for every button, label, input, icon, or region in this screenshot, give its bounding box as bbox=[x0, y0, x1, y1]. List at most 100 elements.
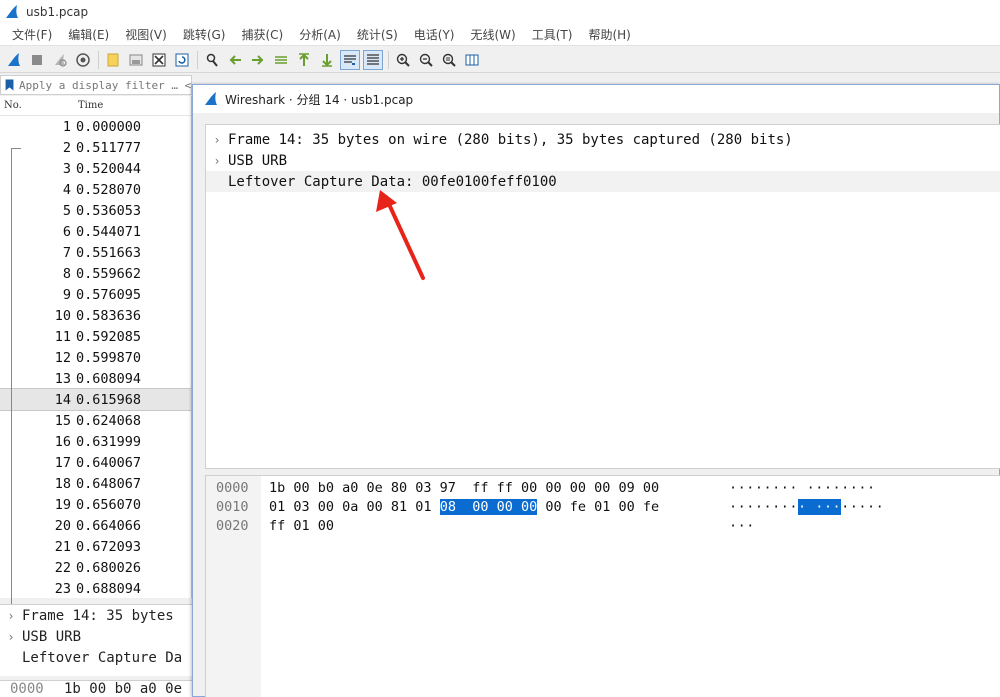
bg-detail-row[interactable]: Leftover Capture Da bbox=[0, 647, 192, 668]
auto-scroll-icon[interactable] bbox=[340, 49, 360, 70]
wireshark-logo-icon bbox=[6, 5, 18, 18]
bytes-hex[interactable]: 1b 00 b0 a0 0e 80 03 97 ff ff 00 00 00 0… bbox=[269, 480, 659, 496]
bg-detail-row[interactable]: › Frame 14: 35 bytes bbox=[0, 605, 192, 626]
go-to-packet-icon[interactable] bbox=[271, 50, 291, 70]
packet-row[interactable]: 12 0.599870 bbox=[0, 347, 191, 368]
bytes-offset: 0000 bbox=[216, 479, 249, 496]
packet-row[interactable]: 3 0.520044 bbox=[0, 158, 191, 179]
menu-telephony[interactable]: 电话(Y) bbox=[406, 26, 463, 43]
packet-time: 0.664066 bbox=[76, 517, 142, 534]
go-forward-icon[interactable] bbox=[248, 50, 268, 70]
packet-time: 0.528070 bbox=[76, 181, 142, 198]
packet-dialog: Wireshark · 分组 14 · usb1.pcap › Frame 14… bbox=[192, 84, 1000, 697]
packet-row[interactable]: 8 0.559662 bbox=[0, 263, 191, 284]
bytes-hex[interactable]: 01 03 00 0a 00 81 01 08 00 00 00 00 fe 0… bbox=[269, 498, 659, 515]
zoom-in-icon[interactable] bbox=[393, 50, 413, 70]
restart-icon[interactable] bbox=[50, 50, 70, 70]
ascii-selected: · ··· bbox=[798, 498, 842, 515]
packet-row[interactable]: 11 0.592085 bbox=[0, 326, 191, 347]
go-first-icon[interactable] bbox=[294, 50, 314, 70]
packet-row[interactable]: 4 0.528070 bbox=[0, 179, 191, 200]
menu-analyze[interactable]: 分析(A) bbox=[291, 26, 349, 43]
zoom-out-icon[interactable] bbox=[416, 50, 436, 70]
toolbar-separator bbox=[197, 50, 198, 69]
packet-time: 0.672093 bbox=[76, 538, 142, 555]
packet-row[interactable]: 22 0.680026 bbox=[0, 557, 191, 578]
menu-bar: 文件(F) 编辑(E) 视图(V) 跳转(G) 捕获(C) 分析(A) 统计(S… bbox=[0, 24, 1000, 46]
column-header-time[interactable]: Time bbox=[78, 100, 103, 111]
menu-capture[interactable]: 捕获(C) bbox=[233, 26, 291, 43]
menu-view[interactable]: 视图(V) bbox=[117, 26, 175, 43]
packet-row[interactable]: 17 0.640067 bbox=[0, 452, 191, 473]
packet-time: 0.520044 bbox=[76, 160, 142, 177]
stop-square-icon[interactable] bbox=[27, 50, 47, 70]
packet-row[interactable]: 7 0.551663 bbox=[0, 242, 191, 263]
packet-time: 0.656070 bbox=[76, 496, 142, 513]
resize-columns-icon[interactable] bbox=[462, 50, 482, 70]
hex-text: 1b 00 b0 a0 0e 80 03 97 ff ff 00 00 00 0… bbox=[269, 479, 660, 496]
menu-wireless[interactable]: 无线(W) bbox=[463, 26, 524, 43]
expand-arrow-icon[interactable]: › bbox=[206, 133, 228, 147]
bg-detail-text: USB URB bbox=[22, 628, 82, 645]
packet-row[interactable]: 1 0.000000 bbox=[0, 116, 191, 137]
expand-arrow-icon[interactable]: › bbox=[0, 630, 22, 644]
packet-row[interactable]: 23 0.688094 bbox=[0, 578, 191, 598]
packet-bytes-pane: 0000 1b 00 b0 a0 0e 80 03 97 ff ff 00 00… bbox=[205, 475, 1000, 697]
find-packet-icon[interactable] bbox=[202, 50, 222, 70]
packet-row[interactable]: 14 0.615968 bbox=[0, 388, 191, 411]
packet-row[interactable]: 16 0.631999 bbox=[0, 431, 191, 452]
menu-tools[interactable]: 工具(T) bbox=[524, 26, 581, 43]
tree-row-frame[interactable]: › Frame 14: 35 bytes on wire (280 bits),… bbox=[206, 129, 1000, 150]
display-filter-bar[interactable]: Apply a display filter … <Ctrl-/> bbox=[0, 75, 192, 95]
shark-fin-start-icon[interactable] bbox=[4, 50, 24, 70]
reload-file-icon[interactable] bbox=[172, 50, 192, 70]
packet-row[interactable]: 9 0.576095 bbox=[0, 284, 191, 305]
menu-statistics[interactable]: 统计(S) bbox=[349, 26, 406, 43]
open-file-icon[interactable] bbox=[103, 50, 123, 70]
colorize-icon[interactable] bbox=[363, 49, 383, 70]
packet-row[interactable]: 6 0.544071 bbox=[0, 221, 191, 242]
dialog-titlebar[interactable]: Wireshark · 分组 14 · usb1.pcap bbox=[193, 85, 999, 113]
tree-row-usb-urb[interactable]: › USB URB bbox=[206, 150, 1000, 171]
menu-go[interactable]: 跳转(G) bbox=[175, 26, 234, 43]
packet-row[interactable]: 21 0.672093 bbox=[0, 536, 191, 557]
main-window-titlebar: usb1.pcap bbox=[0, 0, 1000, 24]
menu-file[interactable]: 文件(F) bbox=[4, 26, 60, 43]
go-back-icon[interactable] bbox=[225, 50, 245, 70]
expand-arrow-icon[interactable]: › bbox=[206, 154, 228, 168]
packet-row[interactable]: 19 0.656070 bbox=[0, 494, 191, 515]
column-header-no[interactable]: No. bbox=[0, 100, 78, 111]
bytes-ascii[interactable]: ··· bbox=[729, 518, 755, 534]
expand-arrow-icon[interactable]: › bbox=[0, 609, 22, 623]
packet-row[interactable]: 18 0.648067 bbox=[0, 473, 191, 494]
close-file-icon[interactable] bbox=[149, 50, 169, 70]
packet-row[interactable]: 20 0.664066 bbox=[0, 515, 191, 536]
menu-help[interactable]: 帮助(H) bbox=[580, 26, 638, 43]
packet-row[interactable]: 2 0.511777 bbox=[0, 137, 191, 158]
tree-row-text: Leftover Capture Data: 00fe0100feff0100 bbox=[228, 173, 557, 190]
capture-options-icon[interactable] bbox=[73, 50, 93, 70]
packet-row[interactable]: 10 0.583636 bbox=[0, 305, 191, 326]
bg-detail-text: Leftover Capture Da bbox=[22, 649, 183, 666]
bytes-hex[interactable]: ff 01 00 bbox=[269, 518, 334, 534]
tree-row-text: Frame 14: 35 bytes on wire (280 bits), 3… bbox=[228, 131, 793, 148]
packet-time: 0.631999 bbox=[76, 433, 142, 450]
packet-detail-tree: › Frame 14: 35 bytes on wire (280 bits),… bbox=[205, 124, 1000, 469]
packet-time: 0.511777 bbox=[76, 139, 142, 156]
packet-time: 0.599870 bbox=[76, 349, 142, 366]
bytes-ascii[interactable]: ········· ········ bbox=[729, 498, 884, 515]
bookmark-icon[interactable] bbox=[4, 77, 15, 93]
packet-time: 0.544071 bbox=[76, 223, 142, 240]
zoom-normal-icon[interactable] bbox=[439, 50, 459, 70]
save-file-icon[interactable] bbox=[126, 50, 146, 70]
packet-row[interactable]: 15 0.624068 bbox=[0, 410, 191, 431]
hex-text: 01 03 00 0a 00 81 01 bbox=[269, 498, 440, 515]
packet-row[interactable]: 13 0.608094 bbox=[0, 368, 191, 389]
tree-row-leftover-data[interactable]: Leftover Capture Data: 00fe0100feff0100 bbox=[206, 171, 1000, 192]
bg-detail-row[interactable]: › USB URB bbox=[0, 626, 192, 647]
packet-row[interactable]: 5 0.536053 bbox=[0, 200, 191, 221]
go-last-icon[interactable] bbox=[317, 50, 337, 70]
ascii-text: ········ bbox=[729, 498, 799, 515]
menu-edit[interactable]: 编辑(E) bbox=[60, 26, 117, 43]
bytes-ascii[interactable]: ········ ········ bbox=[729, 480, 876, 496]
